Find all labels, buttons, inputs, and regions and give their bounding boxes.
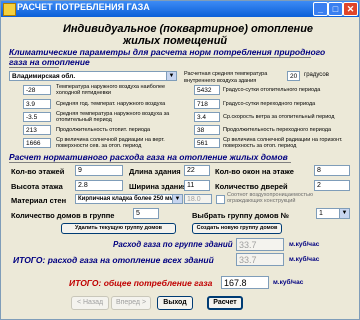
- total-consumption-label: ИТОГО: общее потребление газа: [69, 278, 213, 288]
- cold-temp-label: Температура наружного воздуха наиболее х…: [56, 84, 166, 96]
- width-label: Ширина здания: [129, 182, 188, 191]
- wind-speed-input[interactable]: 3.4: [194, 112, 220, 122]
- avg-year-temp-input[interactable]: 3.9: [23, 99, 51, 109]
- floors-input[interactable]: 9: [75, 165, 123, 176]
- degree-days-input[interactable]: 5432: [194, 85, 220, 95]
- solar-vert-input[interactable]: 1666: [23, 138, 51, 148]
- windows-label: Кол-во окон на этаже: [215, 167, 294, 176]
- total-flow-unit: м.куб/час: [289, 256, 320, 263]
- heat-duration-input[interactable]: 213: [23, 125, 51, 135]
- walls-extra-input: 18.0: [184, 194, 212, 204]
- walls-label: Материал стен: [11, 196, 67, 205]
- total-flow-label: ИТОГО: расход газа на отопление всех зда…: [13, 255, 214, 265]
- indoor-temp-unit: градусов: [304, 72, 329, 78]
- width-input[interactable]: 11: [184, 180, 210, 191]
- minimize-icon[interactable]: _: [313, 2, 328, 16]
- indoor-temp-input[interactable]: 20: [287, 71, 300, 81]
- transition-degree-days-label: Градусо-сутки переходного периода: [223, 101, 316, 107]
- app-icon: [3, 3, 16, 16]
- solar-horiz-input[interactable]: 561: [194, 138, 220, 148]
- avg-heat-temp-input[interactable]: -3.5: [23, 112, 51, 122]
- struct-checkbox[interactable]: [216, 195, 225, 204]
- chevron-down-icon: ▼: [339, 209, 349, 218]
- windows-input[interactable]: 8: [314, 165, 350, 176]
- doors-label: Количество дверей: [215, 182, 288, 191]
- total-consumption-output: 167.8: [221, 276, 269, 289]
- houses-count-input[interactable]: 5: [133, 208, 159, 219]
- group-select[interactable]: 1 ▼: [316, 208, 350, 219]
- close-icon[interactable]: ✕: [343, 2, 358, 16]
- climate-underline: [9, 57, 311, 58]
- heat-duration-label: Продолжительность отопит. периода: [56, 127, 151, 133]
- degree-days-label: Градусо-сутки отопительного периода: [223, 87, 321, 93]
- chevron-down-icon: ▼: [166, 72, 176, 80]
- calc-button[interactable]: Расчет: [207, 296, 243, 310]
- heading-line2: жилых помещений: [123, 35, 228, 47]
- avg-year-temp-label: Средняя год. температ. наружного воздуха: [56, 101, 166, 107]
- doors-input[interactable]: 2: [314, 180, 350, 191]
- total-flow-output: 33.7: [236, 253, 284, 266]
- walls-select[interactable]: Кирпичная кладка более 250 мм ▼: [75, 194, 183, 204]
- group-flow-output: 33.7: [236, 238, 284, 251]
- create-group-button[interactable]: Создать новую группу домов: [192, 223, 282, 234]
- avg-heat-temp-label: Средняя температура наружного воздуха за…: [56, 111, 170, 123]
- height-input[interactable]: 2.8: [75, 180, 123, 191]
- length-input[interactable]: 22: [184, 165, 210, 176]
- window-title: РАСЧЕТ ПОТРЕБЛЕНИЯ ГАЗА: [17, 2, 150, 12]
- back-button[interactable]: < Назад: [71, 296, 109, 310]
- height-label: Высота этажа: [11, 182, 63, 191]
- group-flow-label: Расход газа по группе зданий: [113, 240, 233, 249]
- transition-duration-label: Продолжительность переходного периода: [223, 127, 332, 133]
- region-select[interactable]: Владимирская обл. ▼: [9, 71, 177, 81]
- main-window: РАСЧЕТ ПОТРЕБЛЕНИЯ ГАЗА _ □ ✕ Индивидуал…: [0, 0, 360, 320]
- climate-underline2: [9, 67, 59, 68]
- struct-label: Соотнот воздухопроницаемостью ограждающи…: [227, 192, 314, 204]
- solar-horiz-label: Ср величина солнечной радиации на горизо…: [223, 137, 343, 149]
- exit-button[interactable]: Выход: [157, 296, 193, 310]
- region-select-value: Владимирская обл.: [12, 73, 76, 80]
- norm-underline: [9, 162, 291, 163]
- chevron-down-icon: ▼: [172, 195, 182, 203]
- length-label: Длина здания: [129, 167, 181, 176]
- group-select-value: 1: [319, 210, 323, 217]
- norm-section-title: Расчет нормативного расхода газа на отоп…: [9, 152, 288, 162]
- indoor-temp-label: Расчетная средняя температура внутреннег…: [184, 71, 268, 84]
- floors-label: Кол-во этажей: [11, 167, 65, 176]
- delete-group-button[interactable]: Удалить текущую группу домов: [61, 223, 176, 234]
- walls-select-value: Кирпичная кладка более 250 мм: [78, 196, 174, 202]
- total-consumption-unit: м.куб/час: [273, 279, 304, 286]
- maximize-icon[interactable]: □: [328, 2, 343, 16]
- houses-count-label: Количество домов в группе: [11, 211, 115, 220]
- heading-line1: Индивидуальное (поквартирное) отопление: [63, 23, 314, 35]
- group-label: Выбрать группу домов №: [192, 211, 289, 220]
- next-button[interactable]: Вперед >: [111, 296, 151, 310]
- solar-vert-label: Ср величина солнечной радиации на верт. …: [56, 137, 165, 149]
- transition-duration-input[interactable]: 38: [194, 125, 220, 135]
- cold-temp-input[interactable]: -28: [23, 85, 51, 95]
- group-flow-unit: м.куб/час: [289, 241, 320, 248]
- transition-degree-days-input[interactable]: 718: [194, 99, 220, 109]
- title-bar: РАСЧЕТ ПОТРЕБЛЕНИЯ ГАЗА _ □ ✕: [1, 1, 359, 17]
- wind-speed-label: Ср.скорость ветра за отопительный период: [223, 114, 335, 120]
